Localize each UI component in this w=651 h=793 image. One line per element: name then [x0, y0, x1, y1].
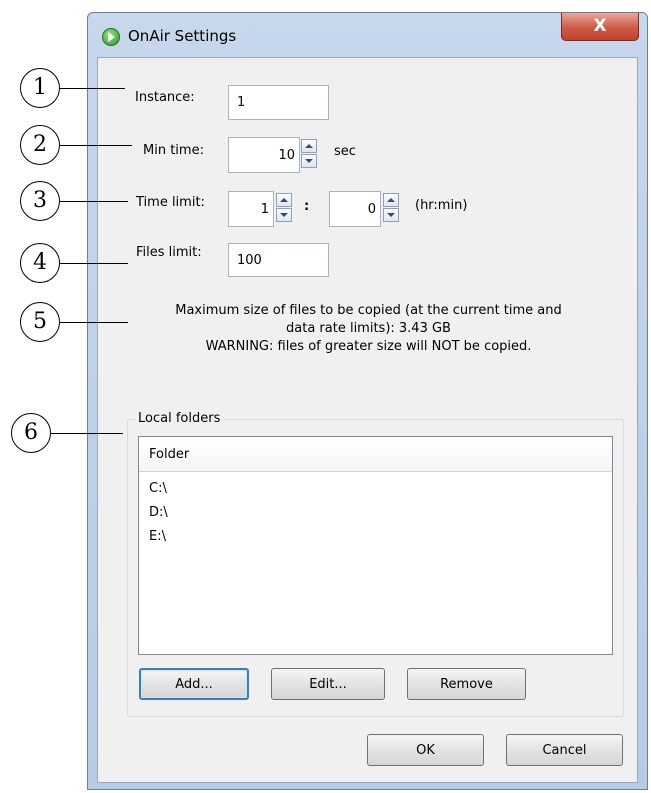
hours-spinner[interactable]	[276, 193, 292, 223]
local-folders-label: Local folders	[135, 411, 224, 426]
callout-2: 2	[20, 125, 60, 165]
folder-list[interactable]: Folder C:\ D:\ E:\	[138, 436, 613, 655]
files-limit-input[interactable]: 100	[228, 243, 329, 277]
cancel-button[interactable]: Cancel	[506, 734, 623, 766]
callout-6: 6	[11, 413, 51, 453]
settings-window: OnAir Settings X Instance: 1 Min time: 1…	[87, 12, 648, 790]
files-limit-label: Files limit:	[136, 245, 202, 260]
time-limit-minutes-input[interactable]: 0	[329, 191, 381, 227]
time-limit-unit: (hr:min)	[415, 198, 468, 213]
callout-leader-2	[60, 145, 132, 146]
spin-up-icon[interactable]	[383, 193, 399, 207]
edit-button[interactable]: Edit...	[271, 668, 385, 700]
instance-label: Instance:	[135, 90, 195, 105]
min-time-label: Min time:	[143, 143, 204, 158]
size-info-text: Maximum size of files to be copied (at t…	[98, 302, 639, 356]
folder-column-header[interactable]: Folder	[139, 437, 612, 472]
callout-3: 3	[20, 181, 60, 221]
min-time-spinner[interactable]	[301, 139, 317, 169]
instance-input[interactable]: 1	[228, 85, 329, 120]
close-button[interactable]: X	[561, 13, 639, 41]
add-button[interactable]: Add...	[139, 668, 249, 700]
title-bar[interactable]: OnAir Settings X	[88, 13, 647, 57]
callout-leader-4	[60, 263, 128, 264]
spin-up-icon[interactable]	[276, 193, 292, 207]
warning-text: WARNING: files of greater size will NOT …	[205, 339, 532, 354]
spin-down-icon[interactable]	[383, 208, 399, 222]
min-time-input[interactable]: 10	[228, 137, 300, 173]
window-title: OnAir Settings	[128, 27, 237, 45]
remove-button[interactable]: Remove	[407, 668, 526, 700]
list-item[interactable]: C:\	[139, 476, 612, 500]
callout-5: 5	[20, 302, 60, 342]
callout-1: 1	[20, 68, 60, 108]
callout-leader-5	[60, 322, 128, 323]
spin-up-icon[interactable]	[301, 139, 317, 153]
list-item[interactable]: E:\	[139, 524, 612, 548]
callout-leader-1	[60, 88, 125, 89]
spin-down-icon[interactable]	[276, 208, 292, 222]
time-separator: :	[304, 199, 310, 214]
ok-button[interactable]: OK	[367, 734, 484, 766]
time-limit-label: Time limit:	[136, 195, 205, 210]
callout-leader-3	[60, 201, 128, 202]
list-item[interactable]: D:\	[139, 500, 612, 524]
time-limit-hours-input[interactable]: 1	[228, 191, 274, 227]
dialog-client-area: Instance: 1 Min time: 10 sec Time limit:…	[97, 57, 638, 783]
spin-down-icon[interactable]	[301, 154, 317, 168]
callout-leader-6	[51, 433, 123, 434]
onair-play-icon	[102, 28, 120, 46]
min-time-unit: sec	[334, 144, 356, 159]
info-line-1: Maximum size of files to be copied (at t…	[175, 303, 562, 318]
callout-4: 4	[20, 243, 60, 283]
info-line-2: data rate limits): 3.43 GB	[286, 321, 451, 336]
minutes-spinner[interactable]	[383, 193, 399, 223]
